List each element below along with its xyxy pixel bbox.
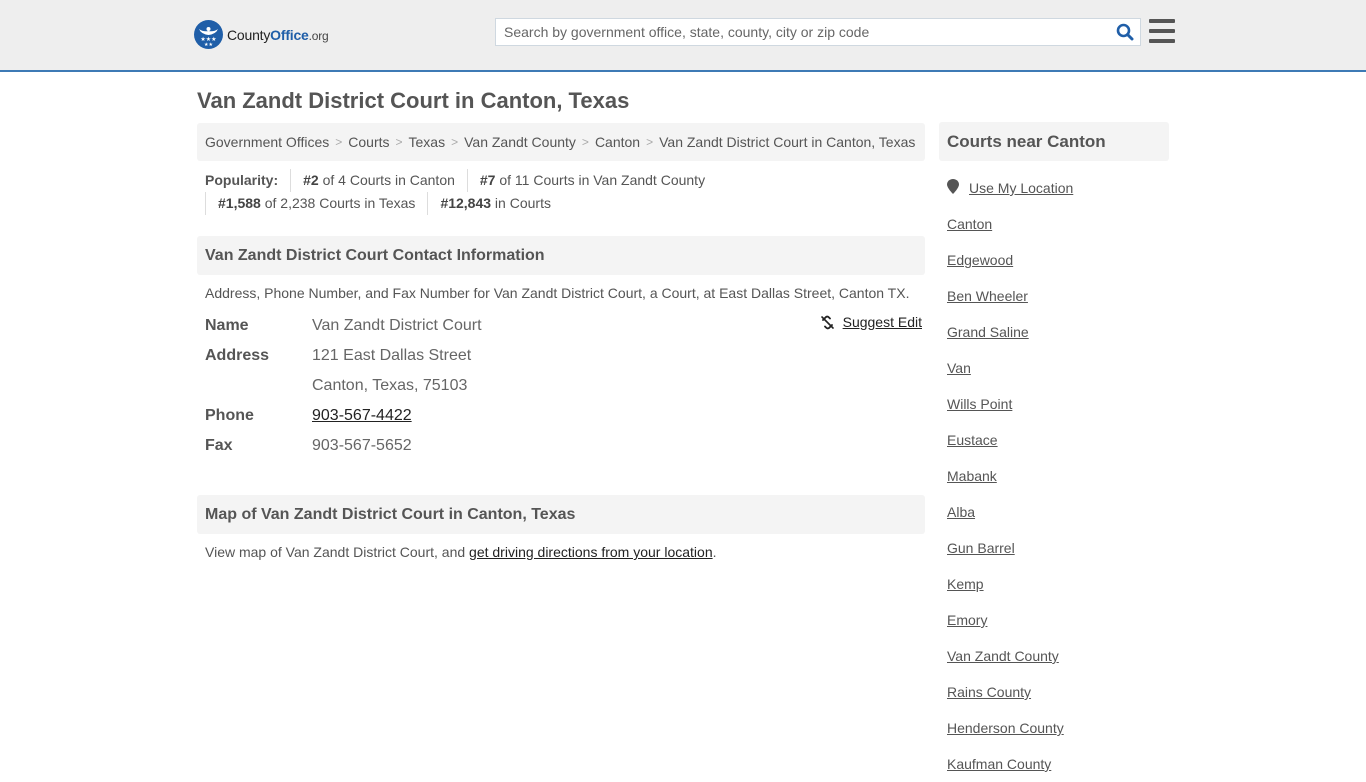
breadcrumb-courts[interactable]: Courts [348,134,389,150]
breadcrumb-texas[interactable]: Texas [409,134,446,150]
fax-number: 903-567-5652 [312,437,412,454]
breadcrumb: Government Offices > Courts > Texas > Va… [197,123,925,161]
site-header: ★★★ ★★ CountyOffice.org [0,0,1366,72]
nearby-court-link[interactable]: Ben Wheeler [947,288,1028,304]
sidebar-heading: Courts near Canton [939,122,1169,161]
list-item: Canton [947,206,1161,242]
nearby-court-link[interactable]: Edgewood [947,252,1013,268]
list-item: Rains County [947,674,1161,710]
list-item: Alba [947,494,1161,530]
list-item: Ben Wheeler [947,278,1161,314]
main-content: Government Offices > Courts > Texas > Va… [197,123,925,570]
nearby-court-link[interactable]: Kemp [947,576,984,592]
nearby-court-link[interactable]: Henderson County [947,720,1064,736]
address-line-1: 121 East Dallas Street [312,347,472,364]
nearby-court-link[interactable]: Gun Barrel [947,540,1015,556]
list-item: Van Zandt County [947,638,1161,674]
list-item: Gun Barrel [947,530,1161,566]
nearby-court-link[interactable]: Rains County [947,684,1031,700]
nearby-courts-list: Canton Edgewood Ben Wheeler Grand Saline… [939,206,1169,782]
contact-section: Van Zandt District Court Contact Informa… [197,236,925,461]
search-button[interactable] [1110,19,1140,45]
driving-directions-link[interactable]: get driving directions from your locatio… [469,544,713,560]
list-item: Wills Point [947,386,1161,422]
popularity-rank-overall: #12,843 in Courts [427,192,563,215]
list-item: Edgewood [947,242,1161,278]
page-title: Van Zandt District Court in Canton, Texa… [197,88,630,113]
list-item: Kemp [947,566,1161,602]
list-item: Mabank [947,458,1161,494]
contact-heading: Van Zandt District Court Contact Informa… [197,236,925,275]
popularity-rank-county: #7 of 11 Courts in Van Zandt County [466,169,717,192]
fax-row: Fax 903-567-5652 [205,437,412,454]
map-pin-icon [947,179,959,197]
breadcrumb-current-page[interactable]: Van Zandt District Court in Canton, Texa… [659,134,915,150]
breadcrumb-government-offices[interactable]: Government Offices [205,134,329,150]
suggest-edit-link[interactable]: Suggest Edit [820,314,922,330]
breadcrumb-separator-icon: > [646,135,654,149]
list-item: Henderson County [947,710,1161,746]
eagle-stars-logo-icon: ★★★ ★★ [194,20,223,49]
breadcrumb-separator-icon: > [451,135,459,149]
list-item: Emory [947,602,1161,638]
site-logo[interactable]: ★★★ ★★ CountyOffice.org [194,20,329,49]
nearby-court-link[interactable]: Canton [947,216,992,232]
contact-info: Suggest Edit Name Van Zandt District Cou… [197,301,925,461]
name-row: Name Van Zandt District Court [205,317,482,334]
popularity-rank-city: #2 of 4 Courts in Canton [290,169,467,192]
address-line-2: Canton, Texas, 75103 [312,377,468,394]
sidebar-courts-near: Courts near Canton Use My Location Canto… [939,122,1169,782]
nearby-court-link[interactable]: Van [947,360,971,376]
search-input[interactable] [496,19,1110,45]
use-my-location-link[interactable]: Use My Location [969,180,1073,196]
list-item: Grand Saline [947,314,1161,350]
nearby-court-link[interactable]: Emory [947,612,987,628]
nearby-court-link[interactable]: Mabank [947,468,997,484]
map-heading: Map of Van Zandt District Court in Canto… [197,495,925,534]
list-item: Van [947,350,1161,386]
breadcrumb-separator-icon: > [335,135,343,149]
hamburger-menu-icon[interactable] [1149,19,1175,43]
breadcrumb-separator-icon: > [395,135,403,149]
nearby-court-link[interactable]: Eustace [947,432,998,448]
search-bar [495,18,1141,46]
search-icon [1116,23,1134,41]
svg-text:★★: ★★ [204,42,213,48]
popularity-label: Popularity: [205,172,279,188]
list-item: Kaufman County [947,746,1161,782]
nearby-court-link[interactable]: Wills Point [947,396,1012,412]
nearby-court-link[interactable]: Grand Saline [947,324,1029,340]
popularity-rankings: Popularity: #2 of 4 Courts in Canton #7 … [197,161,925,215]
breadcrumb-van-zandt-county[interactable]: Van Zandt County [464,134,576,150]
unlink-edit-icon [820,315,835,330]
address-row-2: Canton, Texas, 75103 [205,371,917,401]
list-item: Eustace [947,422,1161,458]
address-row: Address 121 East Dallas Street [205,347,472,364]
map-section: Map of Van Zandt District Court in Canto… [197,495,925,570]
court-name: Van Zandt District Court [312,317,482,334]
nearby-court-link[interactable]: Van Zandt County [947,648,1059,664]
contact-description: Address, Phone Number, and Fax Number fo… [205,285,910,301]
nearby-court-link[interactable]: Kaufman County [947,756,1051,772]
breadcrumb-canton[interactable]: Canton [595,134,640,150]
use-my-location: Use My Location [939,178,1169,198]
phone-link[interactable]: 903-567-4422 [312,407,412,424]
phone-row: Phone 903-567-4422 [205,407,412,424]
logo-text: CountyOffice.org [227,26,329,43]
map-description: View map of Van Zandt District Court, an… [205,544,717,560]
breadcrumb-separator-icon: > [581,135,589,149]
popularity-rank-state: #1,588 of 2,238 Courts in Texas [205,192,427,215]
nearby-court-link[interactable]: Alba [947,504,975,520]
